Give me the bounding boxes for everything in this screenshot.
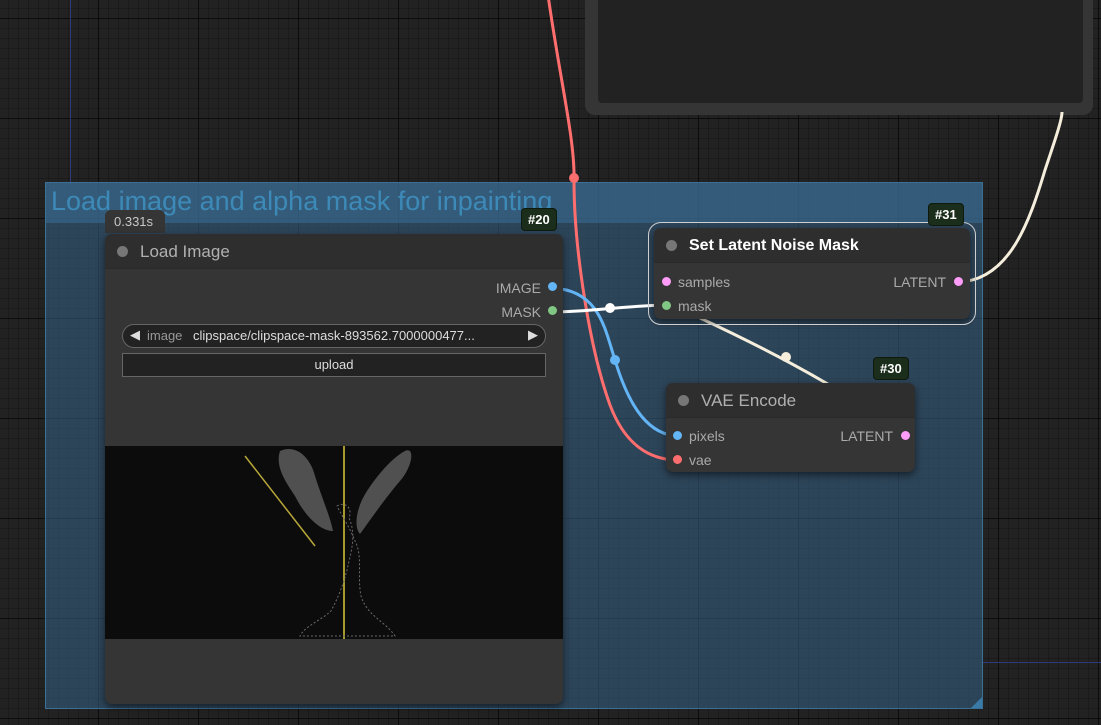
output-slot-mask[interactable] bbox=[548, 306, 557, 315]
output-label-mask: MASK bbox=[501, 304, 541, 320]
image-preview bbox=[105, 446, 563, 639]
preview-image-graphic bbox=[244, 446, 412, 639]
image-combo-widget[interactable]: ◀ image clipspace/clipspace-mask-893562.… bbox=[122, 324, 546, 348]
preview-wing-right bbox=[356, 450, 412, 534]
node-load-image[interactable]: Load Image IMAGE MASK ◀ image clipspace/… bbox=[105, 234, 563, 704]
output-label-image: IMAGE bbox=[495, 280, 541, 296]
input-label-pixels: pixels bbox=[689, 428, 725, 444]
offscreen-node-preview-area bbox=[598, 0, 1083, 103]
group-resize-handle[interactable] bbox=[971, 697, 982, 708]
output-slot-image[interactable] bbox=[548, 282, 557, 291]
combo-prev-arrow-icon[interactable]: ◀ bbox=[130, 327, 140, 343]
combo-label: image bbox=[147, 328, 183, 343]
node-title-bar[interactable]: VAE Encode bbox=[666, 383, 915, 418]
node-id-badge: #30 bbox=[873, 357, 909, 380]
collapse-dot-icon[interactable] bbox=[666, 240, 677, 251]
input-label-vae: vae bbox=[689, 452, 712, 468]
execution-time: 0.331s bbox=[114, 214, 154, 229]
execution-time-tab: 0.331s bbox=[105, 210, 165, 233]
input-slot-mask[interactable] bbox=[662, 301, 671, 310]
group-title-bar[interactable]: Load image and alpha mask for inpainting bbox=[46, 183, 982, 223]
combo-value: clipspace/clipspace-mask-893562.70000004… bbox=[193, 328, 475, 343]
node-title-bar[interactable]: Load Image bbox=[105, 234, 563, 269]
node-title: VAE Encode bbox=[701, 391, 797, 410]
node-title: Load Image bbox=[140, 242, 230, 261]
output-label-latent: LATENT bbox=[840, 428, 893, 444]
node-set-latent-noise-mask[interactable]: Set Latent Noise Mask samples mask LATEN… bbox=[648, 222, 976, 325]
upload-button[interactable]: upload bbox=[122, 353, 546, 377]
input-slot-samples[interactable] bbox=[662, 277, 671, 286]
collapse-dot-icon[interactable] bbox=[678, 395, 689, 406]
node-id-badge: #20 bbox=[521, 208, 557, 231]
offscreen-node[interactable] bbox=[585, 0, 1093, 115]
preview-figure bbox=[299, 503, 396, 637]
canvas-guide-line bbox=[70, 0, 71, 185]
collapse-dot-icon[interactable] bbox=[117, 246, 128, 257]
input-slot-vae[interactable] bbox=[673, 455, 682, 464]
output-label-latent: LATENT bbox=[893, 274, 946, 290]
node-title-bar[interactable]: Set Latent Noise Mask bbox=[654, 228, 970, 263]
input-slot-pixels[interactable] bbox=[673, 431, 682, 440]
output-slot-latent[interactable] bbox=[954, 277, 963, 286]
node-title: Set Latent Noise Mask bbox=[689, 237, 859, 254]
output-slot-latent[interactable] bbox=[901, 431, 910, 440]
node-vae-encode[interactable]: VAE Encode pixels vae LATENT bbox=[666, 383, 915, 472]
node-id-badge: #31 bbox=[928, 203, 964, 226]
combo-next-arrow-icon[interactable]: ▶ bbox=[528, 327, 538, 343]
preview-wing-left bbox=[278, 448, 333, 531]
canvas-guide-line bbox=[983, 662, 1101, 663]
input-label-samples: samples bbox=[678, 274, 731, 290]
input-label-mask: mask bbox=[678, 298, 712, 314]
